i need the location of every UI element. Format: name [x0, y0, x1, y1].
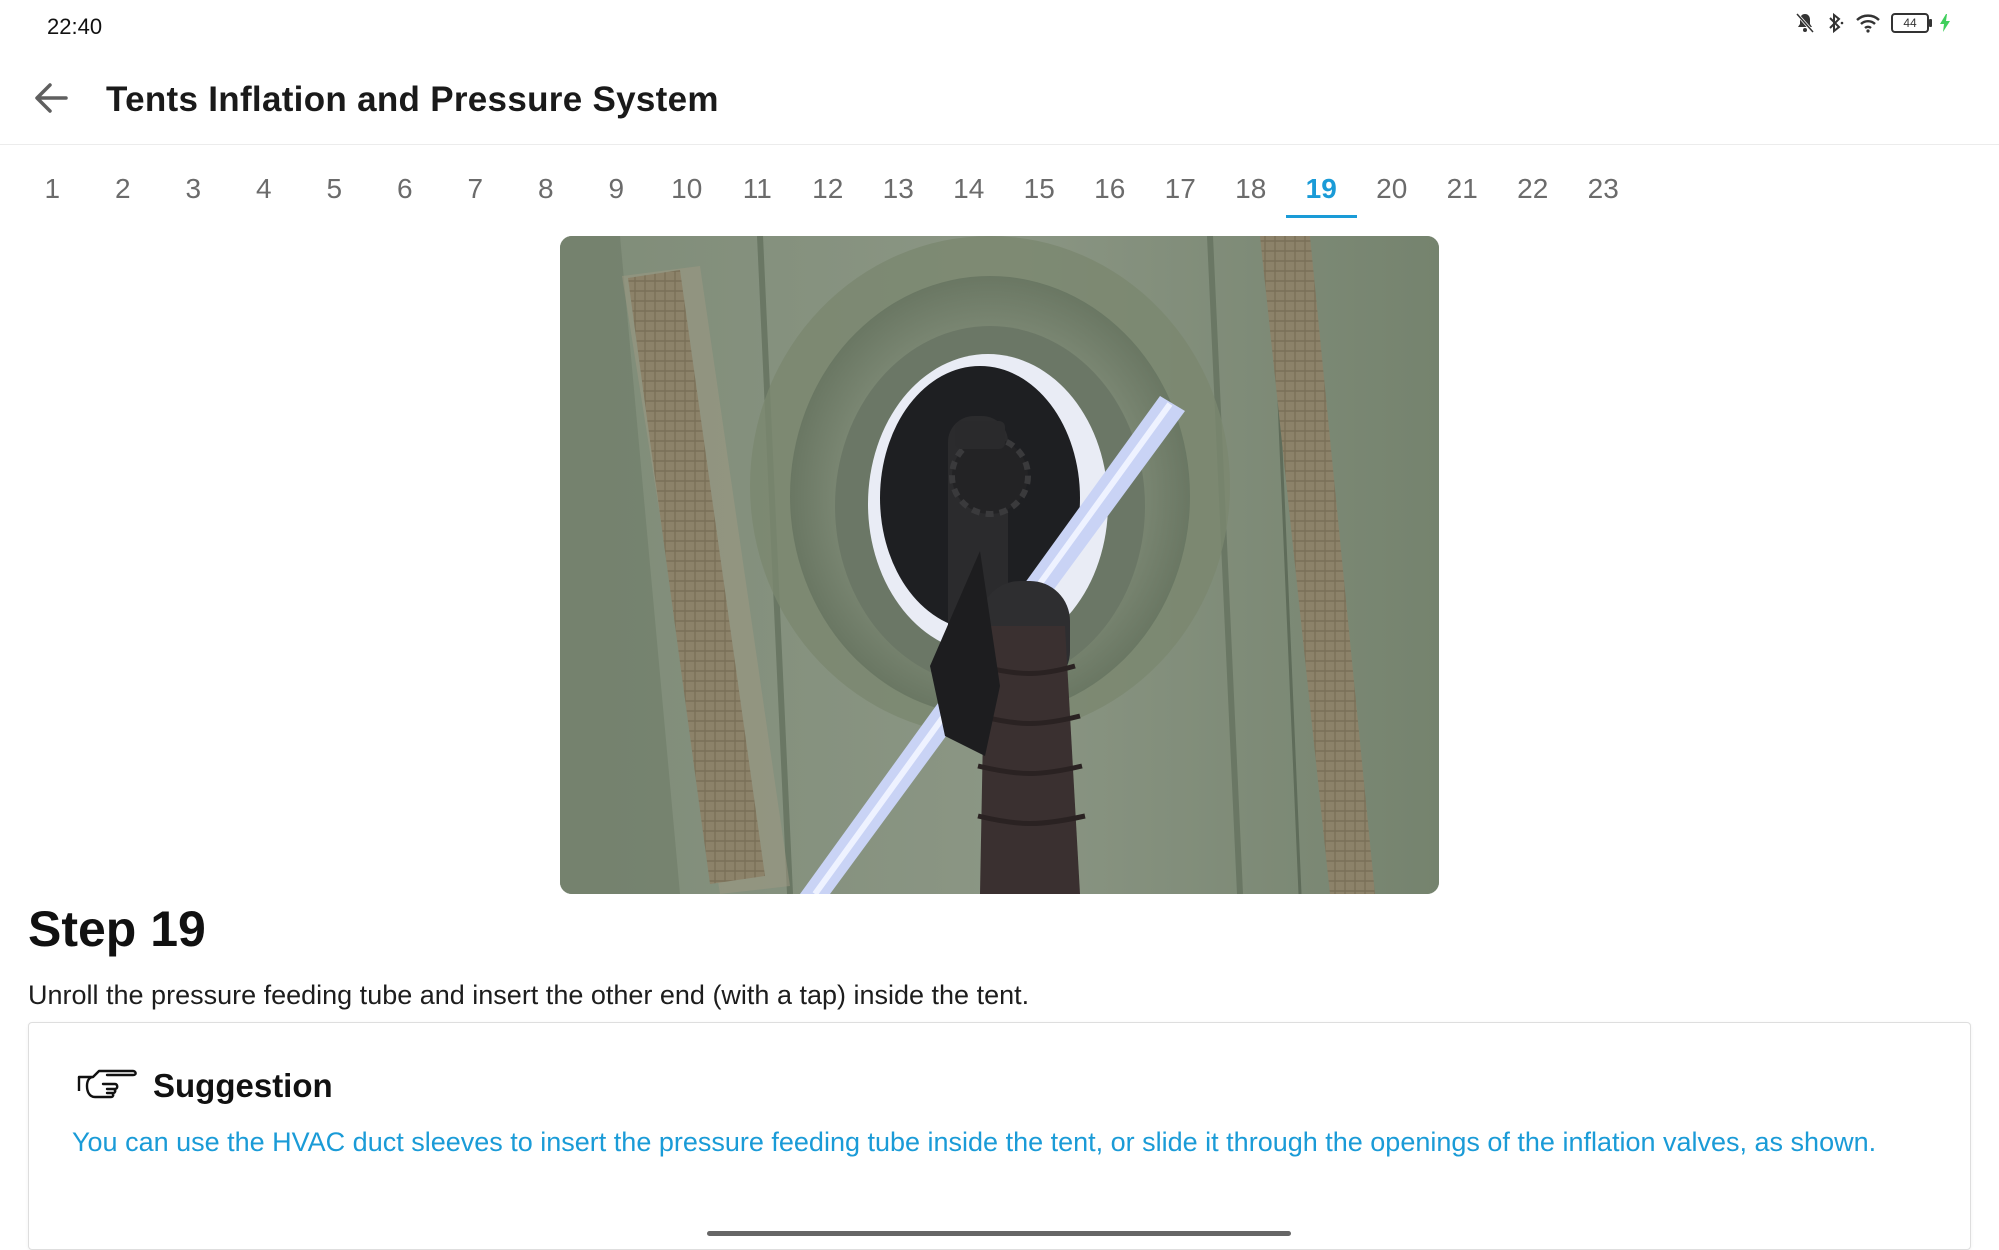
- tab-step-18[interactable]: 18: [1216, 160, 1287, 218]
- tab-step-11[interactable]: 11: [722, 160, 793, 218]
- tab-step-8[interactable]: 8: [511, 160, 582, 218]
- tab-step-5[interactable]: 5: [299, 160, 370, 218]
- step-tabs: 1 2 3 4 5 6 7 8 9 10 11 12 13 14 15 16 17 18 19 20 21 22 23: [17, 160, 1639, 220]
- tab-step-21[interactable]: 21: [1427, 160, 1498, 218]
- tab-step-6[interactable]: 6: [370, 160, 441, 218]
- step-description: Unroll the pressure feeding tube and ins…: [28, 980, 1030, 1010]
- charging-bolt-icon: [1939, 13, 1951, 33]
- back-button[interactable]: [28, 74, 76, 122]
- suggestion-card: Suggestion You can use the HVAC duct sle…: [28, 1022, 1971, 1250]
- page-title: Tents Inflation and Pressure System: [106, 80, 719, 119]
- suggestion-title: Suggestion: [153, 1066, 333, 1104]
- bell-off-icon: [1795, 12, 1815, 34]
- tab-step-10[interactable]: 10: [652, 160, 723, 218]
- tab-step-17[interactable]: 17: [1145, 160, 1216, 218]
- home-indicator[interactable]: [707, 1231, 1291, 1236]
- tab-step-19[interactable]: 19: [1286, 160, 1357, 218]
- tab-step-16[interactable]: 16: [1075, 160, 1146, 218]
- tab-step-9[interactable]: 9: [581, 160, 652, 218]
- tab-step-14[interactable]: 14: [934, 160, 1005, 218]
- status-time: 22:40: [47, 14, 103, 39]
- system-icons: 44: [1795, 12, 1951, 34]
- tab-step-22[interactable]: 22: [1498, 160, 1569, 218]
- tab-step-3[interactable]: 3: [158, 160, 229, 218]
- battery-icon: 44: [1891, 13, 1932, 33]
- suggestion-text: You can use the HVAC duct sleeves to ins…: [72, 1127, 1877, 1157]
- tab-step-20[interactable]: 20: [1357, 160, 1428, 218]
- step-photo: [560, 236, 1439, 894]
- tab-step-15[interactable]: 15: [1004, 160, 1075, 218]
- tab-step-1[interactable]: 1: [17, 160, 88, 218]
- status-bar: 22:40 44: [0, 0, 1999, 50]
- step-title: Step 19: [28, 901, 206, 957]
- tab-step-13[interactable]: 13: [863, 160, 934, 218]
- bluetooth-icon: [1825, 12, 1845, 34]
- arrow-left-icon: [28, 83, 76, 126]
- tab-step-7[interactable]: 7: [440, 160, 511, 218]
- pointing-hand-icon: [73, 1063, 139, 1108]
- wifi-icon: [1855, 13, 1881, 33]
- suggestion-header: Suggestion: [73, 1063, 333, 1108]
- tab-step-12[interactable]: 12: [793, 160, 864, 218]
- tab-step-4[interactable]: 4: [229, 160, 300, 218]
- app-bar: Tents Inflation and Pressure System: [0, 50, 1999, 145]
- tab-step-2[interactable]: 2: [88, 160, 159, 218]
- battery-level: 44: [1903, 16, 1917, 30]
- tab-step-23[interactable]: 23: [1568, 160, 1639, 218]
